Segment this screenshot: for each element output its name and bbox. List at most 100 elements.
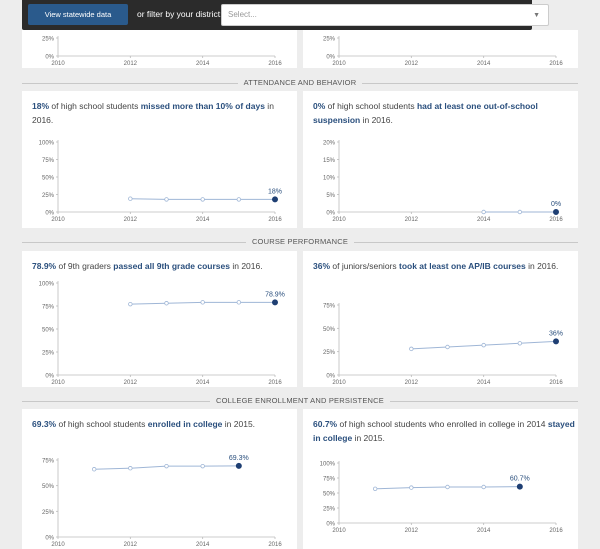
headline-text: of high school students [49,101,141,111]
y-tick-label: 75% [42,305,55,311]
x-tick-label: 2016 [549,61,563,67]
x-tick-label: 2010 [51,542,65,548]
y-tick-label: 0% [326,522,335,528]
x-tick-label: 2016 [549,528,563,534]
y-tick-label: 100% [39,282,55,288]
data-point-current [271,299,278,306]
section-title-course: COURSE PERFORMANCE [22,237,578,246]
x-tick-label: 2012 [405,217,419,223]
y-tick-label: 0% [326,55,335,61]
headline-text: of high school students [56,419,148,429]
card-college-enroll: 69.3% of high school students enrolled i… [22,409,297,549]
x-tick-label: 2010 [332,61,346,67]
y-tick-label: 25% [42,193,55,199]
headline-highlight: missed more than 10% of days [140,101,265,111]
data-point-current [552,209,559,216]
y-tick-label: 10% [323,176,336,182]
headline-text: of 9th graders [56,261,114,271]
x-tick-label: 2012 [124,380,138,386]
y-tick-label: 5% [326,193,335,199]
data-label: 36% [549,330,563,337]
chart-ninth-grade: 0% 25% 50% 75% 100% 2010 2012 2014 2016 78.9% [39,281,285,386]
chevron-down-icon[interactable]: ▼ [533,6,540,26]
data-point-current [271,196,278,203]
district-select[interactable]: Select... ▼ [221,4,549,26]
data-point-current [516,483,523,490]
x-tick-label: 2016 [268,542,282,548]
data-point [164,301,169,306]
x-tick-label: 2012 [405,61,419,67]
headline-highlight: took at least one AP/IB courses [399,261,526,271]
view-statewide-button[interactable]: View statewide data [28,4,128,25]
chart-college-persist: 0% 25% 50% 75% 100% 2010 2012 2014 2016 60.7% [320,461,563,534]
y-tick-label: 50% [323,492,336,498]
y-tick-label: 75% [42,158,55,164]
district-placeholder: Select... [228,10,257,19]
section-title-college: COLLEGE ENROLLMENT AND PERSISTENCE [22,396,578,405]
data-point [372,486,378,491]
headline-highlight: 36% [313,261,331,271]
headline-highlight: 78.9% [32,261,57,271]
headline-text: in 2016. [229,261,263,271]
x-tick-label: 2012 [124,217,138,223]
data-point [91,467,97,472]
data-point [409,346,414,352]
chart-top-right: 0% 25% 2010 2012 2014 2016 [323,36,563,67]
y-tick-label: 20% [323,141,336,147]
chart-suspension: 0% 5% 10% 15% 20% 2010 2012 2014 2016 0% [323,140,563,223]
x-tick-label: 2012 [405,528,419,534]
card-headline: 36% of juniors/seniors took at least one… [313,259,575,273]
y-tick-label: 25% [42,37,55,43]
card-headline: 60.7% of high school students who enroll… [313,417,575,445]
filter-label: or filter by your district: [137,9,223,19]
x-tick-label: 2014 [196,542,210,548]
data-label: 0% [551,201,561,208]
chart-college-enroll: 0% 25% 50% 75% 2010 2012 2014 2016 69.3% [42,455,282,548]
card-headline: 78.9% of 9th graders passed all 9th grad… [32,259,294,273]
x-tick-label: 2014 [477,61,491,67]
y-tick-label: 25% [323,350,336,356]
data-point [236,197,242,202]
y-tick-label: 75% [323,304,336,310]
y-tick-label: 15% [323,158,336,164]
x-tick-label: 2010 [51,380,65,386]
headline-text: in 2015. [222,419,256,429]
y-tick-label: 25% [323,37,336,43]
card-chronic-absence: 18% of high school students missed more … [22,91,297,228]
headline-highlight: 18% [32,101,50,111]
x-tick-label: 2014 [196,217,210,223]
y-tick-label: 25% [42,351,55,357]
headline-text: of high school students who enrolled in … [337,419,548,429]
data-point [445,344,450,350]
y-tick-label: 0% [326,374,335,380]
data-label: 69.3% [229,455,249,462]
y-tick-label: 0% [45,536,54,542]
data-point [409,485,414,490]
data-point [481,209,486,215]
data-point [128,466,133,471]
data-point [236,300,242,305]
y-tick-label: 100% [39,141,55,147]
x-tick-label: 2010 [332,528,346,534]
data-point [200,300,205,305]
x-tick-label: 2014 [196,380,210,386]
y-tick-label: 0% [326,211,335,217]
data-point-current [235,462,242,469]
y-tick-label: 25% [323,507,336,513]
data-point [128,196,133,201]
x-tick-label: 2010 [332,380,346,386]
chart-top-left: 0% 25% 2010 2012 2014 2016 [42,36,282,67]
x-tick-label: 2016 [549,380,563,386]
x-tick-label: 2010 [51,217,65,223]
y-tick-label: 0% [45,374,54,380]
x-tick-label: 2016 [268,217,282,223]
x-tick-label: 2014 [477,528,491,534]
headline-highlight: 69.3% [32,419,57,429]
x-tick-label: 2012 [124,542,138,548]
x-tick-label: 2012 [124,61,138,67]
data-label: 78.9% [265,291,285,298]
data-label: 60.7% [510,476,530,483]
section-title-attendance: ATTENDANCE AND BEHAVIOR [22,78,578,87]
x-tick-label: 2010 [332,217,346,223]
filter-bar: View statewide data or filter by your di… [22,0,549,30]
